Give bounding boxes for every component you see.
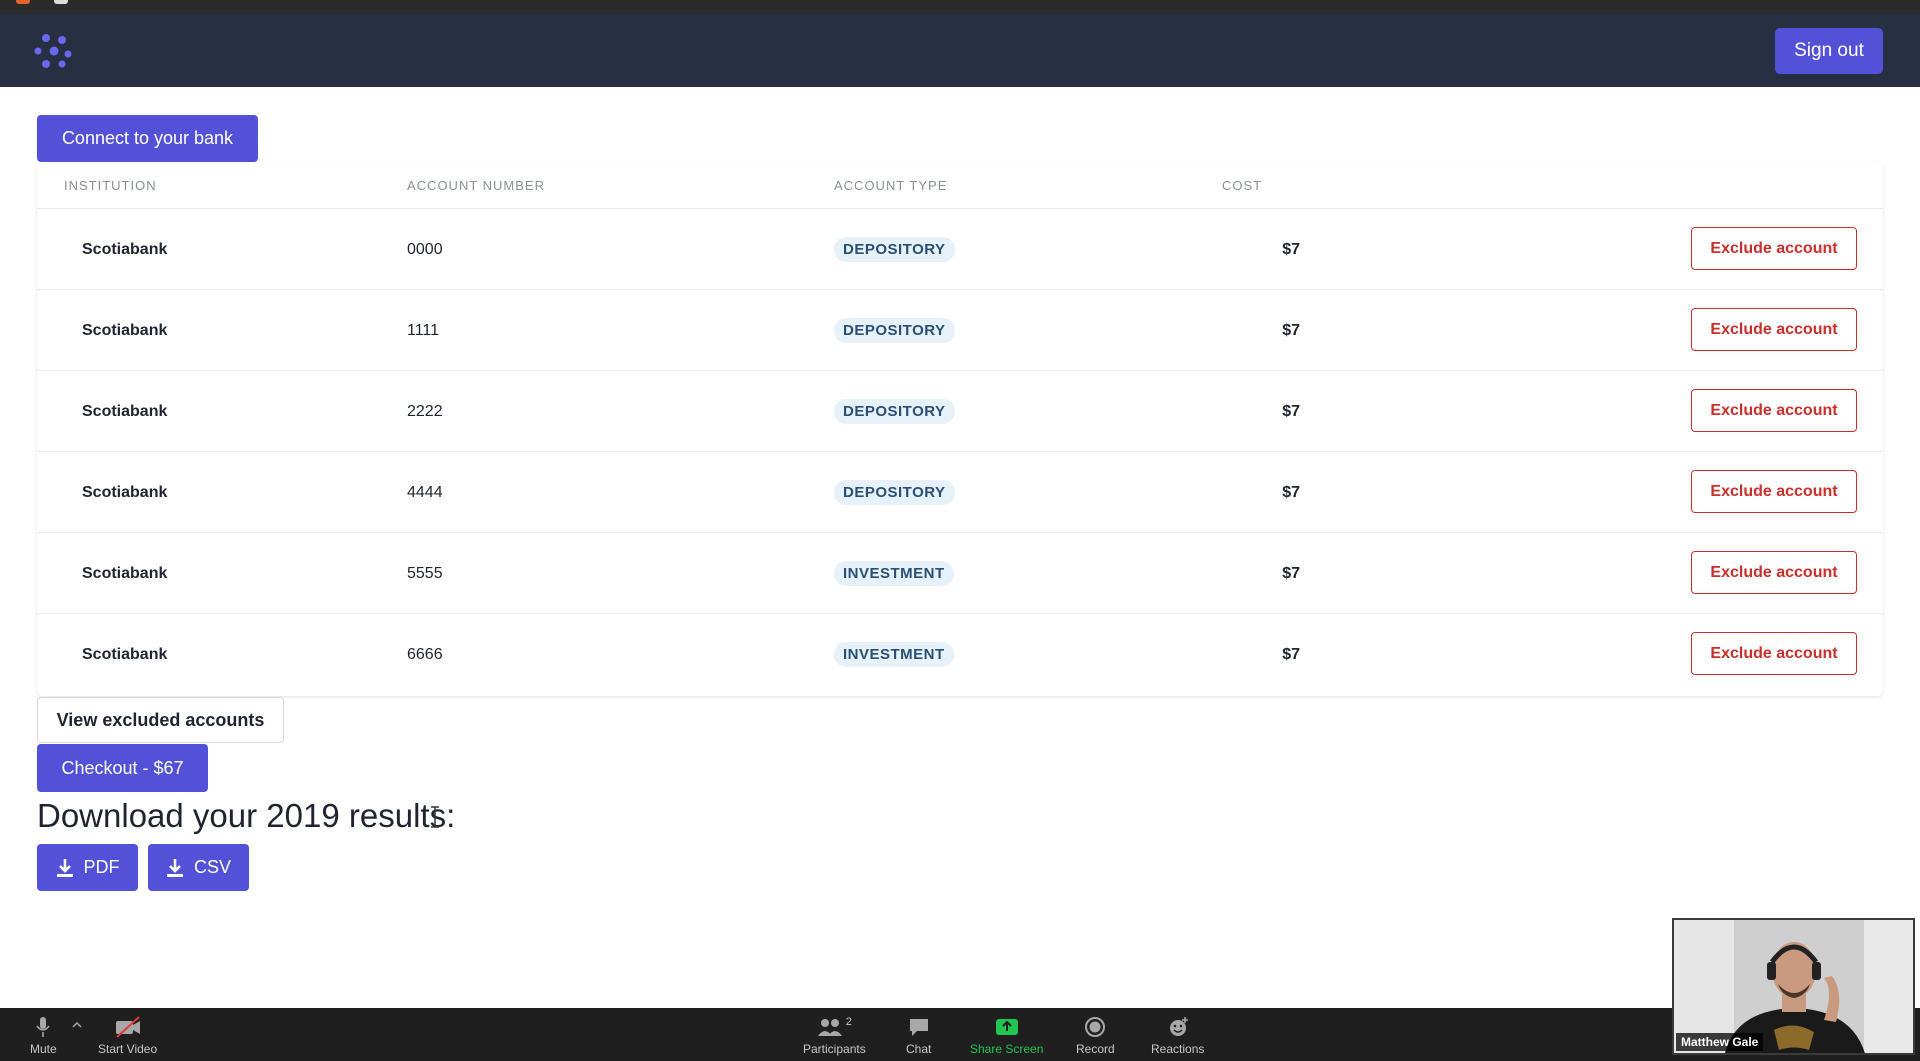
- chat-icon: [909, 1019, 928, 1036]
- share-screen-label: Share Screen: [970, 1042, 1044, 1056]
- reactions-icon: [1169, 1017, 1188, 1036]
- exclude-account-button[interactable]: Exclude account: [1691, 632, 1857, 675]
- account-number-cell: 2222: [407, 402, 443, 420]
- download-icon: [166, 858, 183, 877]
- institution-cell: Scotiabank: [82, 564, 168, 582]
- account-number-cell: 4444: [407, 483, 443, 501]
- csv-label: CSV: [193, 857, 231, 877]
- column-header-account-type: ACCOUNT TYPE: [834, 178, 948, 193]
- participants-icon: [817, 1019, 842, 1036]
- cost-cell: $7: [1282, 564, 1300, 582]
- exclude-account-button[interactable]: Exclude account: [1691, 227, 1857, 270]
- account-type-cell: DEPOSITORY: [834, 290, 955, 371]
- top-navbar: Sign out: [0, 14, 1920, 87]
- account-type-cell: DEPOSITORY: [834, 209, 955, 290]
- record-icon: [1085, 1017, 1106, 1037]
- account-number-cell: 1111: [407, 321, 440, 339]
- app-logo-icon: [34, 34, 72, 68]
- zoom-meeting-toolbar: Mute Start Video 2 Participants Chat Sha…: [0, 1008, 1920, 1061]
- cost-cell: $7: [1282, 402, 1300, 420]
- column-header-institution: INSTITUTION: [64, 178, 157, 193]
- reactions-button[interactable]: Reactions: [1151, 1016, 1204, 1056]
- exclude-account-button[interactable]: Exclude account: [1691, 308, 1857, 351]
- account-type-cell: DEPOSITORY: [834, 452, 955, 533]
- participant-name: Matthew Gale: [1676, 1033, 1764, 1051]
- account-type-badge: INVESTMENT: [834, 561, 954, 586]
- account-number-cell: 5555: [407, 564, 443, 582]
- chat-label: Chat: [906, 1042, 932, 1056]
- account-number-cell: 6666: [407, 645, 443, 663]
- institution-cell: Scotiabank: [82, 240, 168, 258]
- start-video-button[interactable]: Start Video: [98, 1016, 157, 1056]
- table-row: Scotiabank 5555 INVESTMENT $7 Exclude ac…: [37, 532, 1883, 613]
- text-cursor-icon: [431, 806, 439, 828]
- pdf-label: PDF: [83, 857, 120, 877]
- institution-cell: Scotiabank: [82, 645, 168, 663]
- microphone-icon: [36, 1017, 50, 1037]
- checkout-button[interactable]: Checkout - $67: [37, 744, 208, 792]
- exclude-account-button[interactable]: Exclude account: [1691, 551, 1857, 594]
- participants-button[interactable]: 2 Participants: [803, 1016, 866, 1056]
- mute-button[interactable]: Mute: [30, 1016, 57, 1056]
- record-label: Record: [1076, 1042, 1115, 1056]
- cost-cell: $7: [1282, 240, 1300, 258]
- sign-out-button[interactable]: Sign out: [1775, 28, 1883, 74]
- account-type-cell: INVESTMENT: [834, 533, 954, 614]
- table-row: Scotiabank 0000 DEPOSITORY $7 Exclude ac…: [37, 208, 1883, 289]
- table-row: Scotiabank 1111 DEPOSITORY $7 Exclude ac…: [37, 289, 1883, 370]
- video-off-icon: [115, 1016, 140, 1038]
- participant-video-tile[interactable]: Matthew Gale: [1672, 918, 1915, 1055]
- account-type-cell: INVESTMENT: [834, 614, 954, 695]
- accounts-table: INSTITUTION ACCOUNT NUMBER ACCOUNT TYPE …: [37, 162, 1883, 696]
- exclude-account-button[interactable]: Exclude account: [1691, 389, 1857, 432]
- download-pdf-button[interactable]: PDF: [37, 844, 138, 891]
- participants-count: 2: [845, 1016, 852, 1028]
- download-heading: Download your 2019 results:: [37, 797, 456, 834]
- account-type-badge: DEPOSITORY: [834, 318, 955, 343]
- column-header-account-number: ACCOUNT NUMBER: [407, 178, 545, 193]
- connect-bank-button[interactable]: Connect to your bank: [37, 115, 258, 162]
- chevron-up-icon[interactable]: [72, 1022, 82, 1028]
- download-csv-button[interactable]: CSV: [148, 844, 249, 891]
- institution-cell: Scotiabank: [82, 483, 168, 501]
- account-number-cell: 0000: [407, 240, 443, 258]
- table-row: Scotiabank 2222 DEPOSITORY $7 Exclude ac…: [37, 370, 1883, 451]
- account-type-badge: DEPOSITORY: [834, 237, 955, 262]
- table-row: Scotiabank 4444 DEPOSITORY $7 Exclude ac…: [37, 451, 1883, 532]
- window-control-icon: [16, 0, 30, 4]
- chat-button[interactable]: Chat: [906, 1016, 931, 1056]
- participants-label: Participants: [803, 1042, 866, 1056]
- share-screen-button[interactable]: Share Screen: [970, 1016, 1043, 1056]
- window-control-icon: [54, 0, 68, 4]
- mute-label: Mute: [30, 1042, 57, 1056]
- account-type-badge: DEPOSITORY: [834, 399, 955, 424]
- record-button[interactable]: Record: [1076, 1016, 1115, 1056]
- view-excluded-accounts-button[interactable]: View excluded accounts: [37, 697, 284, 743]
- exclude-account-button[interactable]: Exclude account: [1691, 470, 1857, 513]
- account-type-badge: DEPOSITORY: [834, 480, 955, 505]
- account-type-cell: DEPOSITORY: [834, 371, 955, 452]
- reactions-label: Reactions: [1151, 1042, 1205, 1056]
- cost-cell: $7: [1282, 645, 1300, 663]
- download-icon: [56, 858, 73, 877]
- cost-cell: $7: [1282, 321, 1300, 339]
- institution-cell: Scotiabank: [82, 402, 168, 420]
- os-top-strip: [0, 0, 1920, 14]
- cost-cell: $7: [1282, 483, 1300, 501]
- share-screen-icon: [995, 1019, 1018, 1035]
- table-row: Scotiabank 6666 INVESTMENT $7 Exclude ac…: [37, 613, 1883, 694]
- institution-cell: Scotiabank: [82, 321, 168, 339]
- start-video-label: Start Video: [98, 1042, 158, 1056]
- account-type-badge: INVESTMENT: [834, 642, 954, 667]
- column-header-cost: COST: [1222, 178, 1263, 193]
